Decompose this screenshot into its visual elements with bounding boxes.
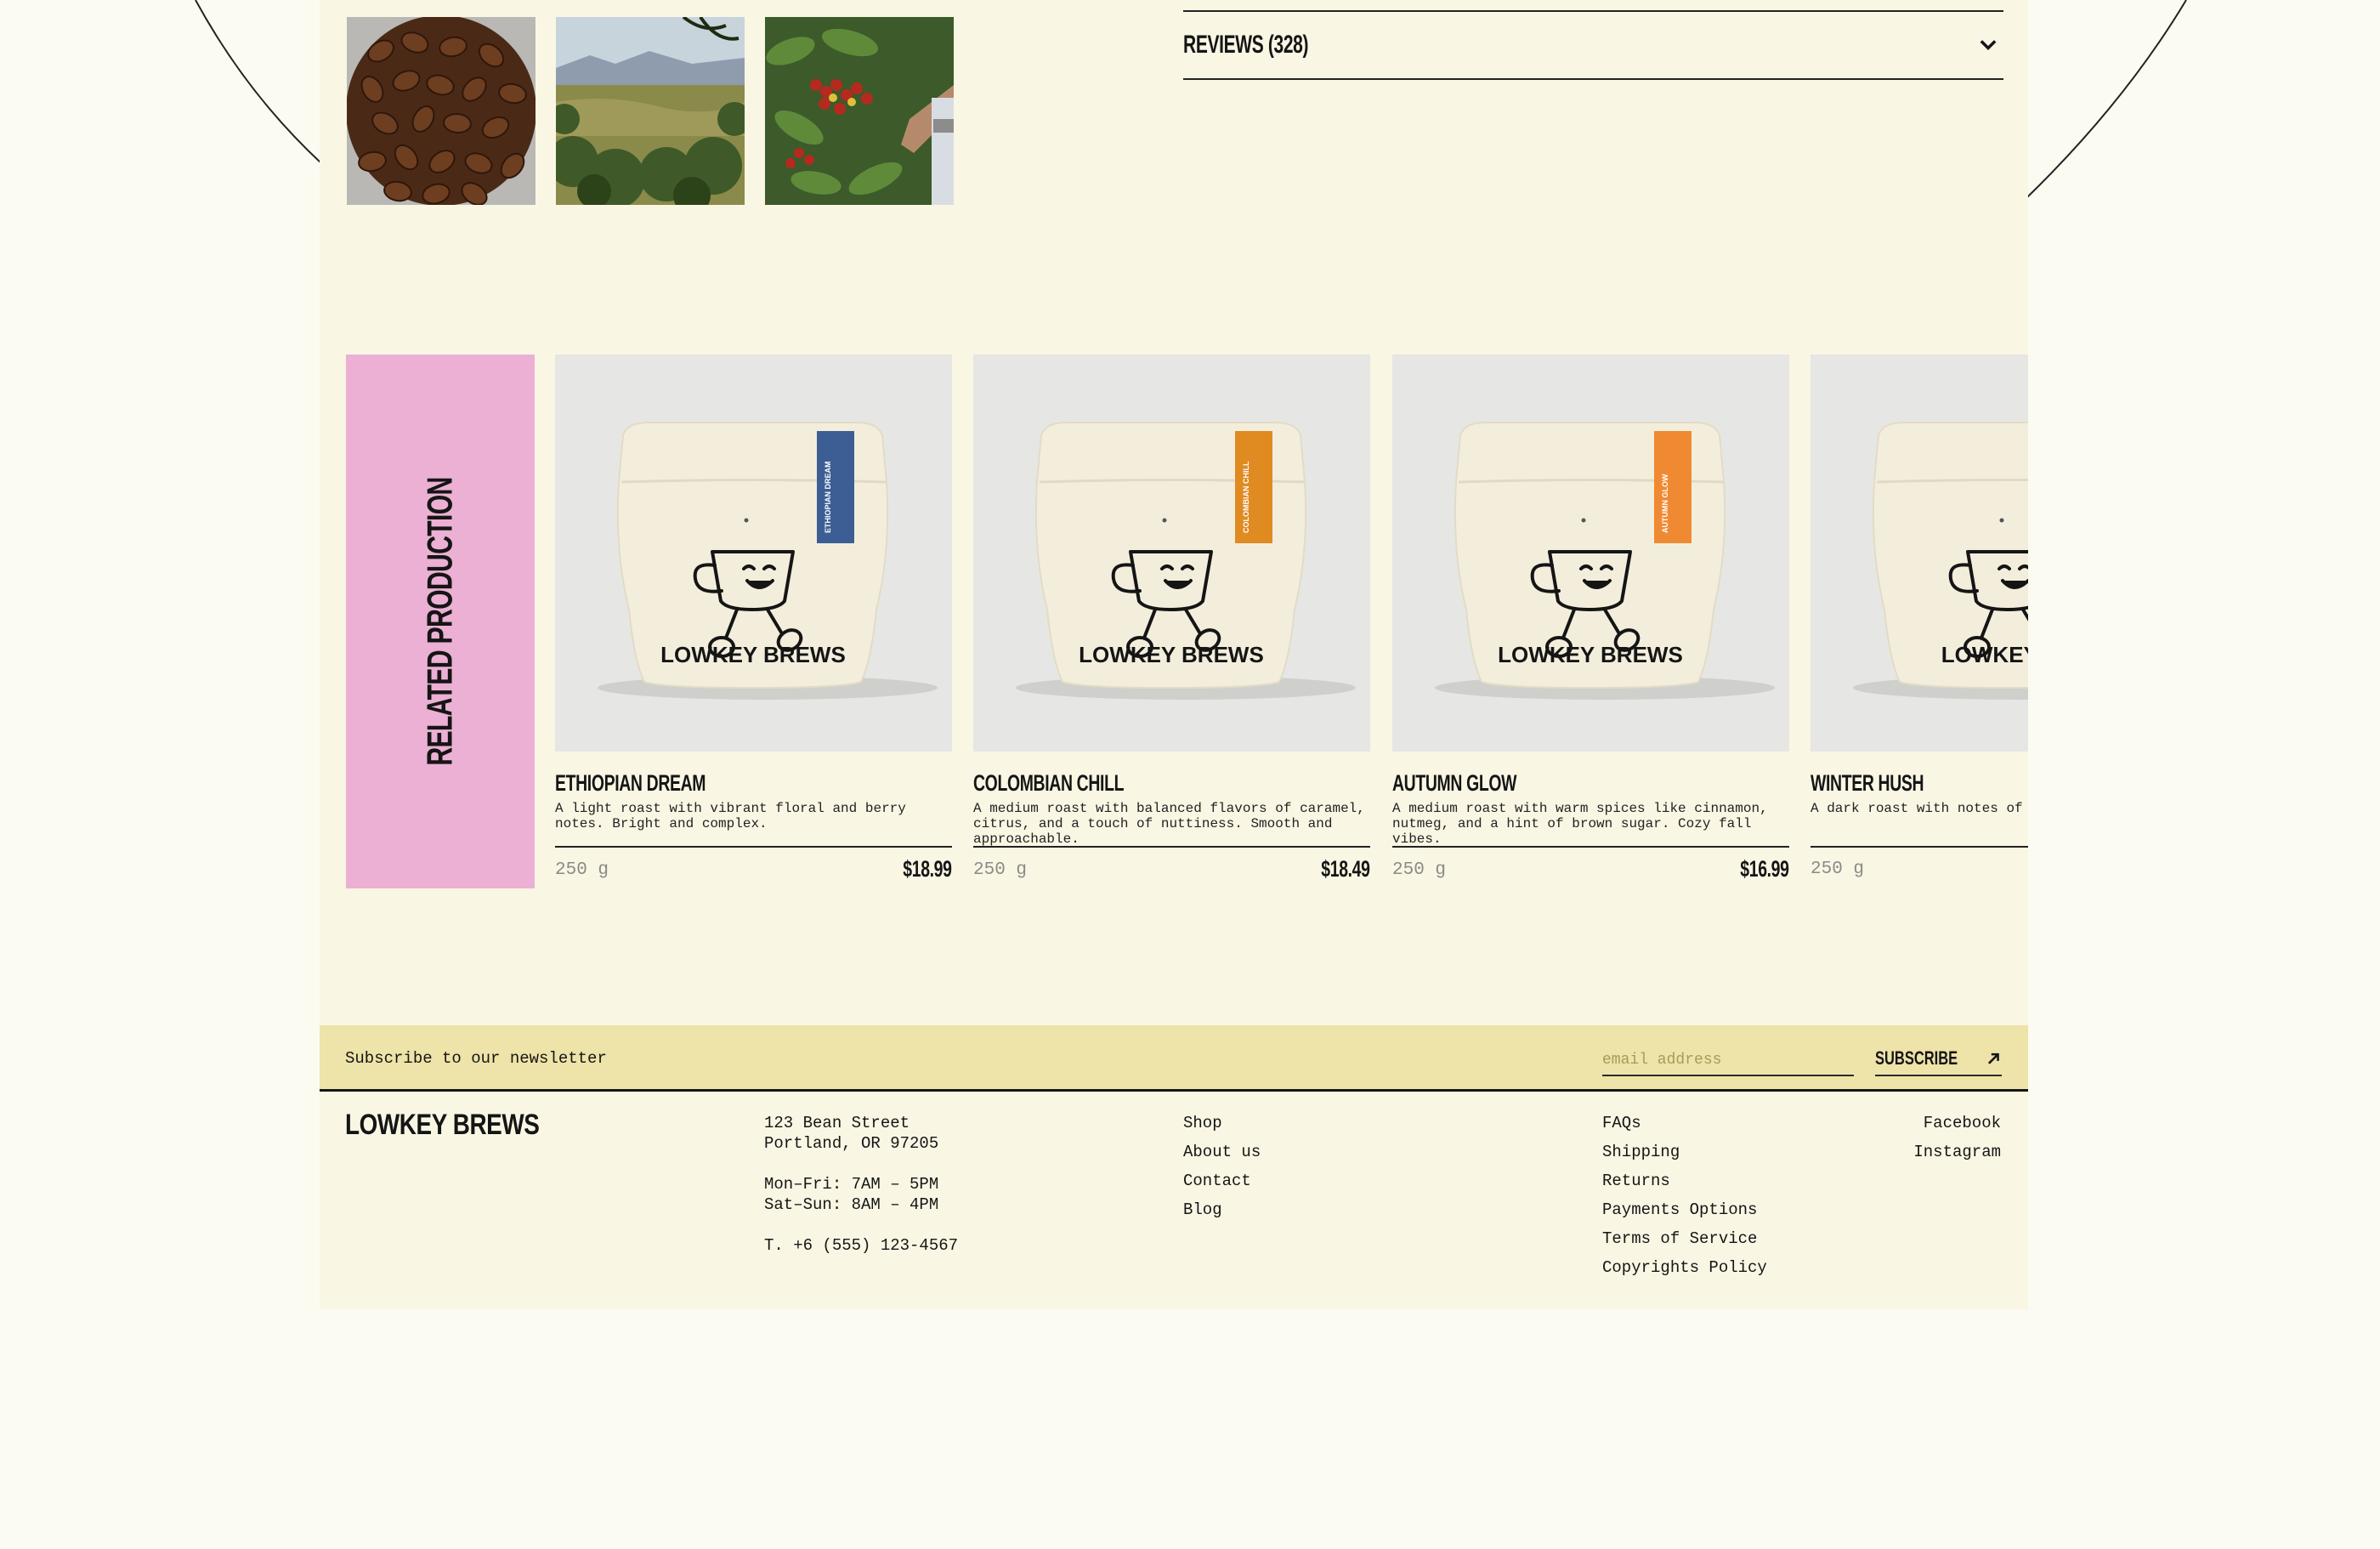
reviews-label: REVIEWS (328) — [1183, 31, 1309, 59]
gallery-thumb-beans[interactable] — [347, 17, 536, 205]
product-image[interactable]: COLOMBIAN CHILL LOWKEY BREWS — [973, 355, 1370, 752]
reviews-accordion[interactable]: REVIEWS (328) — [1183, 10, 2003, 80]
product-weight: 250 g — [973, 860, 1028, 880]
gallery-thumb-farm[interactable] — [556, 17, 745, 205]
bag-brand-text: LOWKEY BREWS — [660, 642, 846, 667]
product-weight: 250 g — [1392, 860, 1447, 880]
footer-link-shipping[interactable]: Shipping — [1602, 1142, 1767, 1162]
hours-line: Mon–Fri: 7AM – 5PM — [764, 1175, 939, 1194]
bag-label-text: ETHIOPIAN DREAM — [824, 461, 832, 533]
footer-link-about[interactable]: About us — [1183, 1142, 1261, 1162]
newsletter-label: Subscribe to our newsletter — [345, 1049, 607, 1068]
bag-label-text: COLOMBIAN CHILL — [1242, 461, 1250, 533]
bag-label — [817, 431, 854, 543]
footer-logo: LOWKEY BREWS — [345, 1109, 540, 1141]
product-card-autumn-glow[interactable]: AUTUMN GLOW LOWKEY BREWS AUTUMN GLOW A me… — [1392, 355, 1789, 884]
coffee-harvest-image — [765, 17, 954, 205]
footer-link-instagram[interactable]: Instagram — [1913, 1142, 2001, 1162]
product-image[interactable]: LOWKEY BR — [1810, 355, 2028, 752]
product-price: $16.99 — [1740, 856, 1790, 882]
coffee-bag-image: ETHIOPIAN DREAM LOWKEY BREWS — [555, 355, 952, 752]
product-description: A medium roast with warm spices like cin… — [1392, 801, 1768, 847]
footer-link-contact[interactable]: Contact — [1183, 1171, 1261, 1191]
related-products-heading: RELATED PRODUCTION — [420, 477, 460, 766]
phone-number[interactable]: T. +6 (555) 123-4567 — [764, 1235, 958, 1256]
footer-nav: Shop About us Contact Blog — [1183, 1113, 1261, 1228]
product-name: ETHIOPIAN DREAM — [555, 770, 706, 796]
product-weight: 250 g — [1810, 859, 1865, 879]
coffee-bag-image: COLOMBIAN CHILL LOWKEY BREWS — [973, 355, 1370, 752]
site-footer: LOWKEY BREWS 123 Bean Street Portland, O… — [320, 1094, 2028, 1309]
footer-link-facebook[interactable]: Facebook — [1913, 1113, 2001, 1133]
product-name: AUTUMN GLOW — [1392, 770, 1517, 796]
product-card-colombian-chill[interactable]: COLOMBIAN CHILL LOWKEY BREWS COLOMBIAN CH… — [973, 355, 1370, 884]
footer-contact: 123 Bean Street Portland, OR 97205 Mon–F… — [764, 1113, 958, 1256]
newsletter-bar: Subscribe to our newsletter SUBSCRIBE — [320, 1025, 2028, 1092]
bag-brand-text: LOWKEY BREWS — [1498, 642, 1683, 667]
product-image[interactable]: AUTUMN GLOW LOWKEY BREWS — [1392, 355, 1789, 752]
product-description: A light roast with vibrant floral and be… — [555, 801, 906, 831]
product-name: WINTER HUSH — [1810, 770, 1924, 796]
footer-social: Facebook Instagram — [1913, 1113, 2001, 1171]
product-weight: 250 g — [555, 860, 609, 880]
footer-link-faqs[interactable]: FAQs — [1602, 1113, 1767, 1133]
product-price: $18.99 — [903, 856, 953, 882]
product-price: $18.49 — [1321, 856, 1371, 882]
product-description: A medium roast with balanced flavors of … — [973, 801, 1365, 847]
arrow-up-right-icon — [1987, 1053, 1999, 1064]
coffee-bag-image: AUTUMN GLOW LOWKEY BREWS — [1392, 355, 1789, 752]
product-name: COLOMBIAN CHILL — [973, 770, 1125, 796]
footer-link-payments[interactable]: Payments Options — [1602, 1200, 1767, 1220]
footer-link-terms[interactable]: Terms of Service — [1602, 1228, 1767, 1249]
address-line: 123 Bean Street — [764, 1114, 910, 1132]
product-card-ethiopian-dream[interactable]: ETHIOPIAN DREAM LOWKEY BREWS ETHIOPIAN DR… — [555, 355, 952, 884]
address-line: Portland, OR 97205 — [764, 1134, 939, 1153]
bag-label-text: AUTUMN GLOW — [1661, 474, 1669, 533]
footer-link-shop[interactable]: Shop — [1183, 1113, 1261, 1133]
chevron-down-icon[interactable] — [1976, 33, 2000, 57]
product-page: REVIEWS (328) RELATED PRODUCTION ETHIOPI… — [320, 0, 2028, 1309]
footer-link-returns[interactable]: Returns — [1602, 1171, 1767, 1191]
coffee-beans-image — [347, 17, 536, 205]
email-input[interactable] — [1602, 1046, 1854, 1076]
subscribe-label: SUBSCRIBE — [1875, 1047, 1958, 1069]
product-card-winter-hush[interactable]: LOWKEY BR WINTER HUSH A dark roast with … — [1810, 355, 2028, 882]
product-description: A dark roast with notes of pe cocoa. Per… — [1810, 801, 2028, 816]
bag-brand-text: LOWKEY BR — [1941, 642, 2028, 667]
subscribe-button[interactable]: SUBSCRIBE — [1875, 1042, 2002, 1076]
footer-help: FAQs Shipping Returns Payments Options T… — [1602, 1113, 1767, 1286]
bag-label — [1654, 431, 1692, 543]
footer-link-blog[interactable]: Blog — [1183, 1200, 1261, 1220]
gallery-thumb-harvest[interactable] — [765, 17, 954, 205]
hours-line: Sat–Sun: 8AM – 4PM — [764, 1195, 939, 1214]
coffee-bag-image: LOWKEY BR — [1810, 355, 2028, 752]
product-image[interactable]: ETHIOPIAN DREAM LOWKEY BREWS — [555, 355, 952, 752]
bag-label — [1235, 431, 1272, 543]
footer-link-copyrights[interactable]: Copyrights Policy — [1602, 1257, 1767, 1278]
bag-brand-text: LOWKEY BREWS — [1079, 642, 1264, 667]
related-products-banner: RELATED PRODUCTION — [346, 355, 535, 888]
farm-landscape-image — [556, 17, 745, 205]
